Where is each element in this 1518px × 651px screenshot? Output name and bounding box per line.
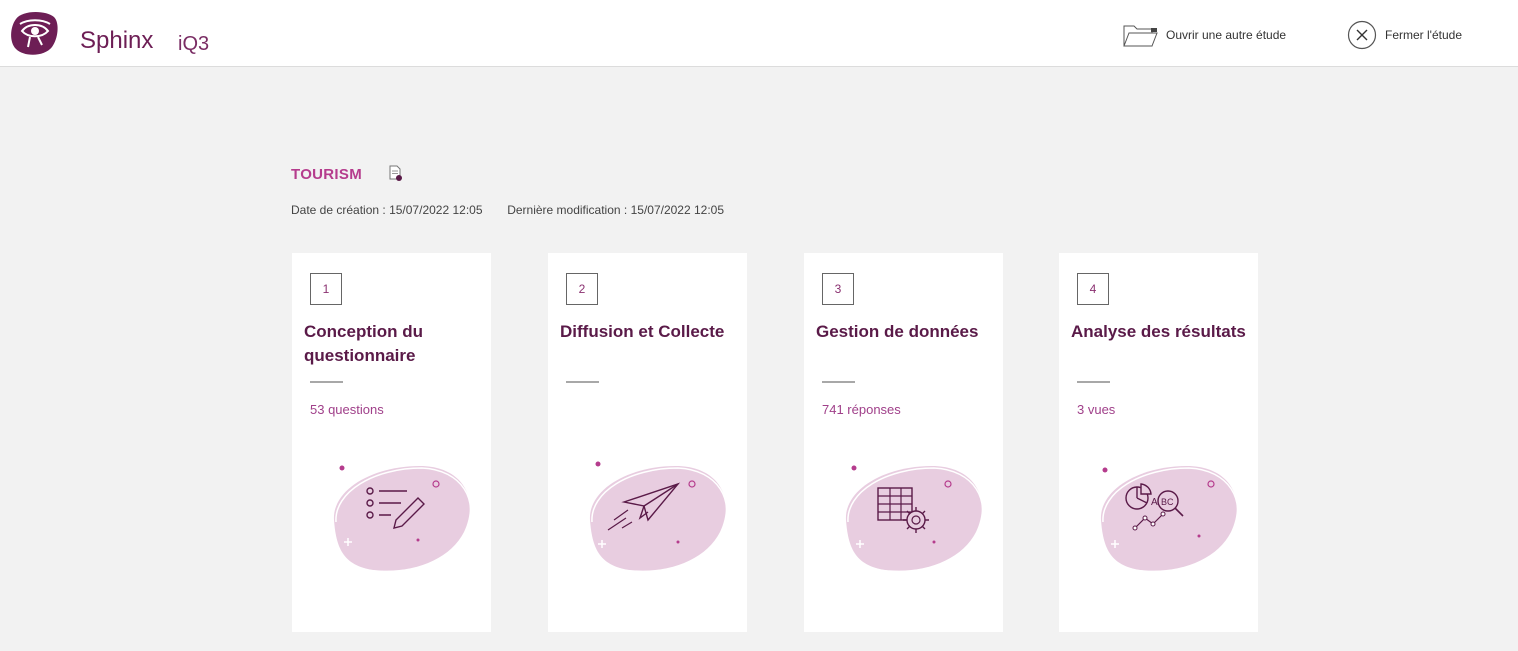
brand-version: iQ3 xyxy=(178,33,210,55)
close-icon xyxy=(1347,20,1377,50)
card-title: Analyse des résultats xyxy=(1071,322,1246,341)
folder-icon xyxy=(1122,22,1158,48)
step-number: 2 xyxy=(566,273,598,305)
card-title: Diffusion et Collecte xyxy=(560,322,725,341)
modified-value: 15/07/2022 12:05 xyxy=(630,203,725,217)
step-number: 4 xyxy=(1077,273,1109,305)
card-divider xyxy=(310,381,343,383)
card-stat: 53 questions xyxy=(310,402,384,417)
step-number: 1 xyxy=(310,273,342,305)
top-bar: Sphinx iQ3 Ouvrir une autre étude Fermer… xyxy=(0,0,1518,67)
sphinx-logo-icon xyxy=(11,11,58,55)
study-file-icon[interactable] xyxy=(388,165,404,182)
close-study-button[interactable]: Fermer l'étude xyxy=(1347,20,1462,50)
analysis-icon: A BC xyxy=(1100,466,1239,571)
study-dates: Date de création : 15/07/2022 12:05 Dern… xyxy=(291,203,724,217)
svg-text:BC: BC xyxy=(1161,497,1174,507)
created-label: Date de création : xyxy=(291,203,386,217)
table-gear-icon xyxy=(845,465,984,571)
card-analyse[interactable]: 4 Analyse des résultats 3 vues A BC xyxy=(1059,253,1258,632)
open-other-study-button[interactable]: Ouvrir une autre étude xyxy=(1122,20,1286,50)
modified-label: Dernière modification : xyxy=(507,203,628,217)
card-gestion[interactable]: 3 Gestion de données 741 réponses xyxy=(804,253,1003,632)
card-diffusion[interactable]: 2 Diffusion et Collecte xyxy=(548,253,747,632)
card-divider xyxy=(822,381,855,383)
card-stat: 741 réponses xyxy=(822,402,901,417)
open-other-study-label: Ouvrir une autre étude xyxy=(1166,28,1287,42)
card-title: Conception du questionnaire xyxy=(304,322,423,365)
card-title: Gestion de données xyxy=(816,322,979,341)
card-divider xyxy=(1077,381,1110,383)
questionnaire-icon xyxy=(333,465,472,571)
svg-text:A: A xyxy=(1151,497,1158,508)
created-value: 15/07/2022 12:05 xyxy=(389,203,483,217)
brand-name: Sphinx xyxy=(80,27,154,54)
card-divider xyxy=(566,381,599,383)
paper-plane-icon xyxy=(589,461,728,571)
card-stat: 3 vues xyxy=(1077,402,1116,417)
study-title: TOURISM xyxy=(291,166,362,183)
card-conception[interactable]: 1 Conception du questionnaire 53 questio… xyxy=(292,253,491,632)
close-study-label: Fermer l'étude xyxy=(1385,28,1462,42)
step-number: 3 xyxy=(822,273,854,305)
